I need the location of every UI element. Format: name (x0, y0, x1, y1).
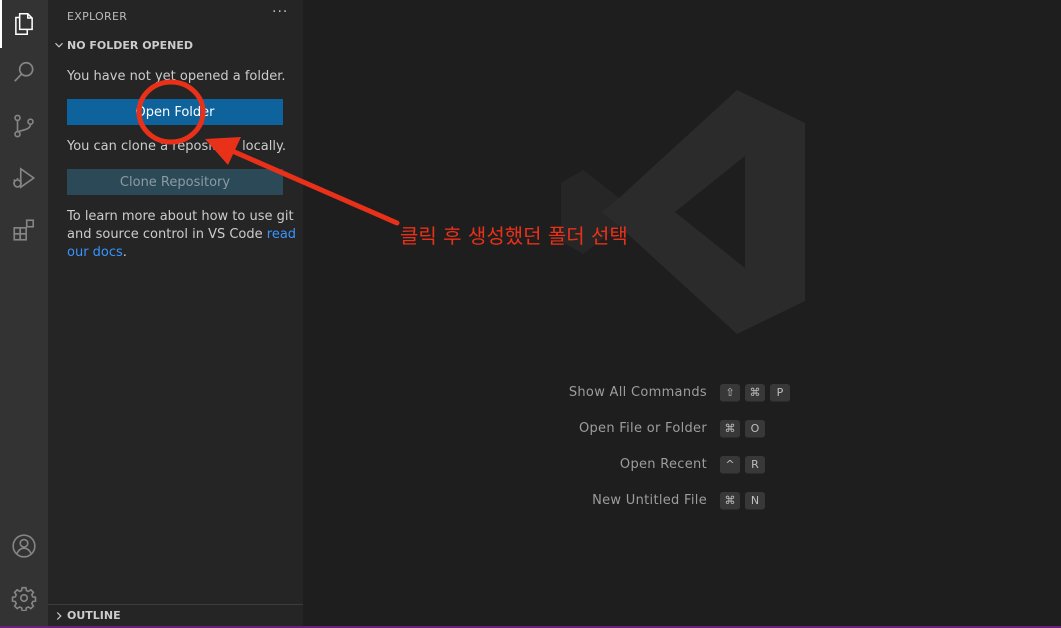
settings-gear-icon[interactable] (0, 574, 48, 622)
key-command: ⌘ (720, 420, 740, 438)
no-folder-message: You have not yet opened a folder. (67, 69, 286, 84)
key-command: ⌘ (745, 384, 765, 402)
clone-repository-button[interactable]: Clone Repository (67, 169, 283, 195)
chevron-down-icon (52, 38, 66, 52)
key-command: ⌘ (720, 492, 740, 510)
sidebar-title: EXPLORER (67, 10, 128, 23)
shortcut-new-untitled-file[interactable]: New Untitled File ⌘ N (303, 492, 1061, 512)
annotation-label: 클릭 후 생성했던 폴더 선택 (400, 224, 628, 248)
key-n: N (745, 492, 765, 510)
clone-message: You can clone a repository locally. (67, 139, 286, 154)
source-control-icon[interactable] (0, 102, 48, 150)
read-docs-link-part1[interactable]: read (267, 227, 296, 242)
shortcut-keys: ⌘ N (720, 492, 765, 510)
learn-more-text: To learn more about how to use git and s… (67, 208, 296, 262)
shortcut-keys: ⇧ ⌘ P (720, 384, 790, 402)
section-title-label: NO FOLDER OPENED (67, 38, 193, 52)
shortcut-open-file-or-folder[interactable]: Open File or Folder ⌘ O (303, 420, 1061, 440)
explorer-sidebar: EXPLORER ··· NO FOLDER OPENED You have n… (48, 0, 303, 626)
activity-bar (0, 0, 48, 626)
learn-line-2: and source control in VS Code read (67, 226, 296, 244)
key-shift: ⇧ (720, 384, 740, 402)
run-debug-icon[interactable] (0, 154, 48, 202)
shortcut-keys: ⌘ O (720, 420, 765, 438)
shortcut-label: Show All Commands (568, 385, 707, 400)
outline-section-header[interactable]: OUTLINE (48, 604, 303, 626)
account-icon[interactable] (0, 522, 48, 570)
shortcut-open-recent[interactable]: Open Recent ^ R (303, 456, 1061, 476)
shortcut-label: Open Recent (619, 457, 707, 472)
no-folder-section-header[interactable]: NO FOLDER OPENED (52, 38, 193, 52)
key-r: R (745, 456, 765, 474)
extensions-icon[interactable] (0, 206, 48, 254)
shortcut-label: New Untitled File (592, 493, 707, 508)
shortcut-label: Open File or Folder (578, 421, 707, 436)
vscode-logo-watermark (561, 90, 805, 334)
editor-area: Show All Commands ⇧ ⌘ P Open File or Fol… (303, 0, 1061, 626)
chevron-right-icon (52, 609, 66, 623)
learn-line-2-text: and source control in VS Code (67, 227, 267, 242)
open-folder-button[interactable]: Open Folder (67, 99, 283, 125)
explorer-icon[interactable] (0, 0, 48, 48)
learn-line-3: our docs. (67, 244, 296, 262)
read-docs-link-part2[interactable]: our docs (67, 245, 123, 260)
learn-period: . (122, 245, 127, 260)
key-o: O (745, 420, 765, 438)
search-icon[interactable] (0, 48, 48, 96)
outline-title: OUTLINE (67, 609, 121, 622)
shortcut-show-all-commands[interactable]: Show All Commands ⇧ ⌘ P (303, 384, 1061, 404)
shortcut-keys: ^ R (720, 456, 765, 474)
learn-line-1: To learn more about how to use git (67, 209, 294, 224)
key-p: P (770, 384, 790, 402)
more-actions-icon[interactable]: ··· (272, 4, 288, 20)
key-control: ^ (720, 456, 740, 474)
